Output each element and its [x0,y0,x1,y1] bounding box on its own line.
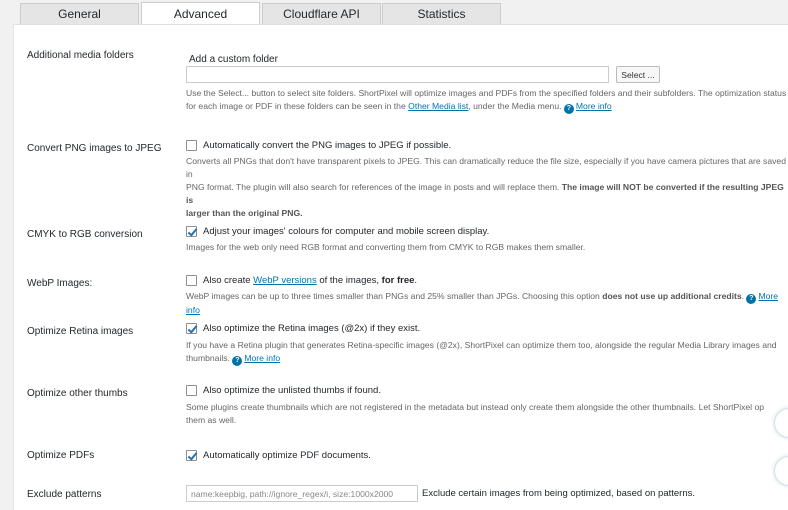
retina-more-info-link[interactable]: More info [244,353,280,363]
help-icon[interactable]: ? [563,104,574,114]
exclude-patterns-description: Exclude certain images from being optimi… [422,488,696,499]
cmyk-label: CMYK to RGB conversion [27,229,143,240]
png-to-jpeg-option[interactable]: Automatically convert the PNG images to … [186,140,451,151]
webp-label-text: Also create [203,275,254,286]
webp-label-text-2: of the images, [316,275,382,286]
media-folders-label: Additional media folders [27,50,134,61]
webp-label-period: . [414,275,418,286]
media-folders-more-info-link[interactable]: More info [576,101,612,111]
retina-checkbox[interactable] [186,323,197,334]
webp-checkbox-label: Also create WebP versions of the images,… [203,275,417,286]
png-to-jpeg-label: Convert PNG images to JPEG [27,143,162,154]
exclude-patterns-input[interactable] [186,485,418,502]
retina-description: If you have a Retina plugin that generat… [186,339,777,366]
webp-label: WebP Images: [27,278,93,289]
cmyk-checkbox[interactable] [186,226,197,237]
pdfs-checkbox[interactable] [186,450,197,461]
select-folder-button[interactable]: Select ... [616,66,660,83]
tab-general[interactable]: General [20,3,139,24]
webp-desc-text: WebP images can be up to three times sma… [186,291,603,301]
media-folders-desc-line-1: Use the Select... button to select site … [186,88,787,98]
png-to-jpeg-desc-bold-end: larger than the original PNG. [186,208,303,218]
exclude-patterns-label: Exclude patterns [27,489,102,500]
retina-label: Optimize Retina images [27,326,134,337]
other-media-list-link[interactable]: Other Media list [408,101,468,111]
webp-checkbox[interactable] [186,275,197,286]
webp-versions-link[interactable]: WebP versions [253,275,317,286]
media-folders-desc-text-end: , under the Media menu. [468,101,562,111]
custom-folder-input[interactable] [186,66,609,83]
retina-desc-text: thumbnails. [186,353,230,363]
webp-desc-period: . [741,291,745,301]
media-folders-description: Use the Select... button to select site … [186,87,786,114]
other-thumbs-desc-line-1: Some plugins create thumbnails which are… [186,402,765,412]
media-folders-desc-text: for each image or PDF in these folders c… [186,101,409,111]
tab-cloudflare-api[interactable]: Cloudflare API [262,3,381,24]
retina-checkbox-label: Also optimize the Retina images (@2x) if… [203,323,421,334]
settings-tabs: General Advanced Cloudflare API Statisti… [0,0,788,24]
cmyk-description: Images for the web only need RGB format … [186,242,586,252]
webp-description: WebP images can be up to three times sma… [186,290,788,317]
png-to-jpeg-desc-line-3: larger than the original PNG. [186,207,788,220]
help-icon[interactable]: ? [746,294,757,304]
pdfs-option[interactable]: Automatically optimize PDF documents. [186,450,371,461]
other-thumbs-label: Optimize other thumbs [27,388,128,399]
pdfs-label: Optimize PDFs [27,450,95,461]
webp-for-free: for free [381,275,415,286]
png-to-jpeg-description: Converts all PNGs that don't have transp… [186,155,788,220]
retina-desc-line-1: If you have a Retina plugin that generat… [186,340,777,350]
tab-statistics[interactable]: Statistics [382,3,501,24]
png-to-jpeg-checkbox[interactable] [186,140,197,151]
png-to-jpeg-desc-line-2: PNG format. The plugin will also search … [186,181,788,207]
retina-desc-line-2: thumbnails. ? More info [186,352,777,366]
media-folders-desc-line-2: for each image or PDF in these folders c… [186,100,786,114]
png-to-jpeg-checkbox-label: Automatically convert the PNG images to … [203,140,452,151]
cmyk-option[interactable]: Adjust your images' colours for computer… [186,226,489,237]
webp-option[interactable]: Also create WebP versions of the images,… [186,275,417,286]
other-thumbs-checkbox-label: Also optimize the unlisted thumbs if fou… [203,385,381,396]
pdfs-checkbox-label: Automatically optimize PDF documents. [203,450,371,461]
other-thumbs-checkbox[interactable] [186,385,197,396]
retina-option[interactable]: Also optimize the Retina images (@2x) if… [186,323,420,334]
other-thumbs-desc-line-2: them as well. [186,415,237,425]
add-custom-folder-label: Add a custom folder [189,54,278,65]
cmyk-checkbox-label: Adjust your images' colours for computer… [203,226,490,237]
help-icon[interactable]: ? [232,356,243,366]
other-thumbs-description: Some plugins create thumbnails which are… [186,401,764,427]
webp-desc-bold: does not use up additional credits [602,291,742,301]
tab-advanced[interactable]: Advanced [141,2,260,24]
png-to-jpeg-desc-text: PNG format. The plugin will also search … [186,182,562,192]
other-thumbs-option[interactable]: Also optimize the unlisted thumbs if fou… [186,385,381,396]
png-to-jpeg-desc-line-1: Converts all PNGs that don't have transp… [186,156,786,179]
